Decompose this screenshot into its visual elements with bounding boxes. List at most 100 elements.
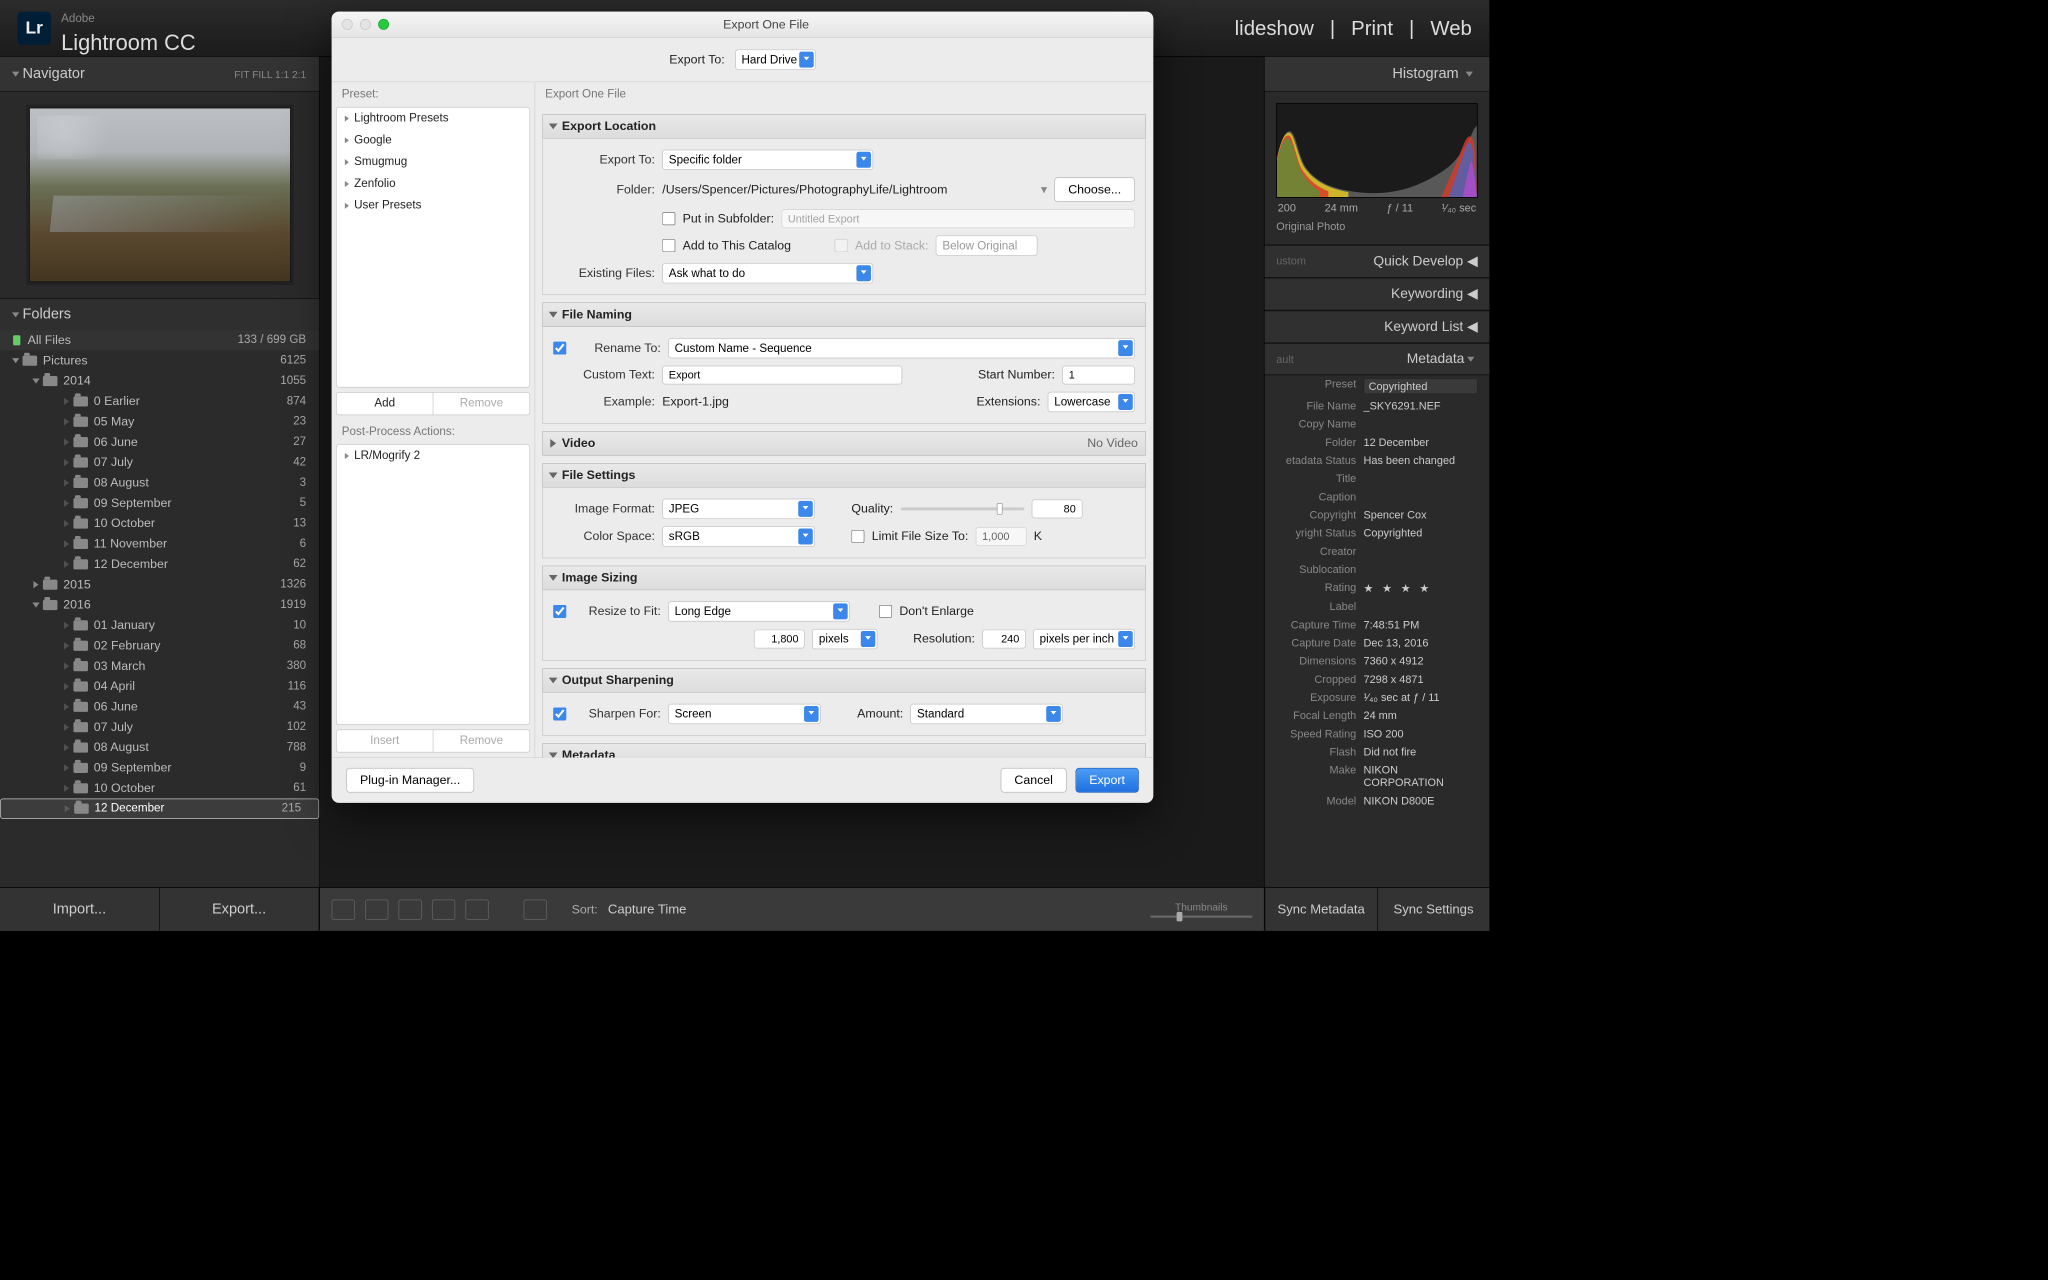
section-video[interactable]: VideoNo Video	[542, 431, 1146, 456]
folder-row[interactable]: 01 January10	[0, 615, 319, 635]
folder-row[interactable]: 12 December215	[0, 798, 319, 818]
sync-metadata-button[interactable]: Sync Metadata	[1265, 888, 1377, 931]
add-catalog-checkbox[interactable]	[662, 239, 675, 252]
plugin-manager-button[interactable]: Plug-in Manager...	[346, 768, 474, 793]
sort-value[interactable]: Capture Time	[608, 902, 687, 917]
histogram-header[interactable]: Histogram	[1265, 57, 1490, 92]
folder-row[interactable]: 20151326	[0, 574, 319, 594]
existing-files-select[interactable]: Ask what to do	[662, 263, 873, 283]
navigator-preview[interactable]	[0, 92, 319, 299]
navigator-header[interactable]: Navigator FIT FILL 1:1 2:1	[0, 57, 319, 92]
section-file-settings[interactable]: File Settings	[542, 463, 1146, 488]
start-number-input[interactable]	[1062, 366, 1135, 385]
custom-text-input[interactable]	[662, 366, 902, 385]
folder-row[interactable]: 06 June27	[0, 432, 319, 452]
preset-add-button[interactable]: Add	[337, 393, 433, 415]
painter-icon[interactable]	[524, 899, 547, 919]
rename-template-select[interactable]: Custom Name - Sequence	[668, 338, 1135, 358]
resize-mode-select[interactable]: Long Edge	[668, 601, 850, 621]
folder-row[interactable]: 04 April116	[0, 676, 319, 696]
minimize-icon[interactable]	[360, 19, 371, 30]
resize-checkbox[interactable]	[553, 605, 566, 618]
histogram[interactable]	[1276, 103, 1477, 198]
metadata-preset-select[interactable]: Copyrighted	[1364, 378, 1478, 394]
subfolder-checkbox[interactable]	[662, 212, 675, 225]
section-metadata[interactable]: Metadata	[542, 743, 1146, 757]
folder-row[interactable]: 09 September9	[0, 758, 319, 778]
color-space-select[interactable]: sRGB	[662, 526, 815, 546]
folder-row[interactable]: 09 September5	[0, 493, 319, 513]
folder-row[interactable]: 10 October13	[0, 513, 319, 533]
folder-tree[interactable]: Pictures6125201410550 Earlier87405 May23…	[0, 351, 319, 888]
choose-folder-button[interactable]: Choose...	[1055, 177, 1136, 202]
dont-enlarge-checkbox[interactable]	[879, 605, 892, 618]
section-output-sharpening[interactable]: Output Sharpening	[542, 668, 1146, 693]
quality-slider[interactable]	[901, 508, 1025, 511]
folder-row[interactable]: 20141055	[0, 371, 319, 391]
preset-item[interactable]: Google	[337, 129, 530, 151]
keywording-header[interactable]: Keywording ◀	[1265, 278, 1490, 311]
preset-item[interactable]: Zenfolio	[337, 173, 530, 195]
folder-row[interactable]: 11 November6	[0, 534, 319, 554]
quick-develop-header[interactable]: ustomQuick Develop ◀	[1265, 245, 1490, 278]
grid-view-icon[interactable]	[332, 899, 355, 919]
folders-header[interactable]: Folders	[0, 298, 319, 330]
keyword-list-header[interactable]: Keyword List ◀	[1265, 311, 1490, 344]
folder-row[interactable]: 03 March380	[0, 656, 319, 676]
section-file-naming[interactable]: File Naming	[542, 303, 1146, 328]
survey-view-icon[interactable]	[432, 899, 455, 919]
quality-input[interactable]	[1032, 500, 1083, 519]
ppa-list[interactable]: LR/Mogrify 2	[336, 444, 530, 725]
folder-row[interactable]: 08 August3	[0, 473, 319, 493]
resolution-unit-select[interactable]: pixels per inch	[1033, 629, 1135, 649]
preset-list[interactable]: Lightroom PresetsGoogleSmugmugZenfolioUs…	[336, 107, 530, 388]
folder-row[interactable]: 07 July102	[0, 717, 319, 737]
image-format-select[interactable]: JPEG	[662, 499, 815, 519]
folder-row[interactable]: Pictures6125	[0, 351, 319, 371]
dialog-titlebar[interactable]: Export One File	[332, 12, 1154, 38]
cancel-button[interactable]: Cancel	[1001, 768, 1067, 793]
export-to-select[interactable]: Hard Drive	[735, 49, 816, 69]
subfolder-input[interactable]	[782, 209, 1136, 228]
dimension-unit-select[interactable]: pixels	[813, 629, 878, 649]
import-button[interactable]: Import...	[0, 888, 160, 931]
folder-row[interactable]: 05 May23	[0, 412, 319, 432]
folder-row[interactable]: 12 December62	[0, 554, 319, 574]
folder-row[interactable]: 0 Earlier874	[0, 391, 319, 411]
rename-checkbox[interactable]	[553, 342, 566, 355]
close-icon[interactable]	[342, 19, 353, 30]
folder-row[interactable]: 02 February68	[0, 636, 319, 656]
preset-item[interactable]: Smugmug	[337, 151, 530, 173]
section-image-sizing[interactable]: Image Sizing	[542, 566, 1146, 591]
volume-row[interactable]: All Files 133 / 699 GB	[0, 330, 319, 350]
sharpen-amount-select[interactable]: Standard	[911, 704, 1064, 724]
ppa-item[interactable]: LR/Mogrify 2	[337, 445, 530, 467]
preset-item[interactable]: User Presets	[337, 195, 530, 217]
extensions-select[interactable]: Lowercase	[1048, 392, 1135, 412]
zoom-icon[interactable]	[378, 19, 389, 30]
thumbnail-size-slider[interactable]: Thumbnails	[1150, 901, 1252, 918]
preset-item[interactable]: Lightroom Presets	[337, 108, 530, 130]
module-web[interactable]: Web	[1430, 16, 1472, 39]
folder-row[interactable]: 08 August788	[0, 737, 319, 757]
compare-view-icon[interactable]	[399, 899, 422, 919]
sharpen-checkbox[interactable]	[553, 708, 566, 721]
export-button[interactable]: Export...	[160, 888, 320, 931]
export-button[interactable]: Export	[1075, 768, 1138, 793]
module-slideshow[interactable]: lideshow	[1235, 16, 1314, 39]
sync-settings-button[interactable]: Sync Settings	[1377, 888, 1489, 931]
section-export-location[interactable]: Export Location	[542, 114, 1146, 139]
loupe-view-icon[interactable]	[365, 899, 388, 919]
folder-row[interactable]: 07 July42	[0, 452, 319, 472]
folder-row[interactable]: 06 June43	[0, 697, 319, 717]
resolution-input[interactable]	[982, 630, 1026, 649]
navigator-zoom-opts[interactable]: FIT FILL 1:1 2:1	[234, 68, 306, 80]
metadata-header[interactable]: aultMetadata	[1265, 343, 1490, 375]
folder-row[interactable]: 20161919	[0, 595, 319, 615]
dimension-input[interactable]	[754, 630, 805, 649]
export-location-select[interactable]: Specific folder	[662, 150, 873, 170]
sharpen-for-select[interactable]: Screen	[668, 704, 821, 724]
export-options[interactable]: Export One File Export Location Export T…	[535, 82, 1153, 757]
people-view-icon[interactable]	[465, 899, 488, 919]
module-print[interactable]: Print	[1351, 16, 1393, 39]
